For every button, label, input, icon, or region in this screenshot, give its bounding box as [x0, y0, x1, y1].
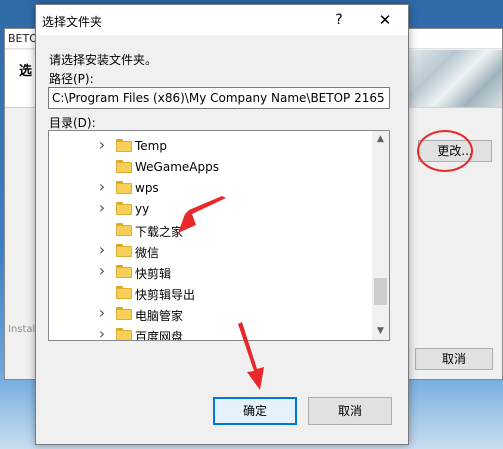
header-banner-image	[402, 50, 502, 107]
ok-button[interactable]: 确定	[213, 397, 297, 425]
folder-icon	[116, 160, 132, 173]
tree-scrollbar[interactable]: ▲ ▼	[372, 131, 389, 340]
chevron-right-icon[interactable]: ›	[95, 326, 109, 341]
folder-icon	[116, 328, 132, 340]
help-button[interactable]: ?	[316, 5, 362, 35]
chevron-right-icon[interactable]: ›	[95, 200, 109, 216]
folder-name: 微信	[135, 246, 160, 260]
folder-tree[interactable]: › Temp WeGameApps › wps › yy 下载之家 › 微信 › 快剪辑快剪辑导出 › 电…	[48, 130, 390, 341]
tree-item[interactable]: WeGameApps	[49, 157, 373, 178]
folder-icon	[116, 265, 132, 278]
folder-name: 电脑管家	[135, 309, 184, 323]
folder-name: Temp	[135, 139, 167, 153]
folder-icon	[116, 139, 132, 152]
folder-name: WeGameApps	[135, 160, 219, 174]
background-header-title: 选	[19, 64, 33, 79]
folder-name: yy	[135, 202, 150, 216]
folder-icon	[116, 181, 132, 194]
tree-item[interactable]: › 百度网盘	[49, 325, 373, 341]
chevron-right-icon[interactable]: ›	[95, 137, 109, 153]
path-input[interactable]	[48, 87, 390, 109]
cancel-button[interactable]: 取消	[308, 397, 392, 425]
instruction-text: 请选择安装文件夹。	[49, 53, 158, 67]
folder-icon	[116, 202, 132, 215]
path-label: 路径(P):	[49, 72, 94, 86]
scroll-up-button[interactable]: ▲	[372, 131, 389, 148]
tree-item[interactable]: 快剪辑导出	[49, 283, 373, 304]
background-cancel-button[interactable]: 取消	[415, 348, 493, 370]
folder-name: 百度网盘	[135, 330, 184, 341]
dialog-titlebar: 选择文件夹 ? ✕	[36, 5, 408, 35]
chevron-right-icon[interactable]: ›	[95, 242, 109, 258]
installer-brand-text: Install	[8, 324, 39, 335]
dialog-title: 选择文件夹	[42, 15, 103, 29]
folder-name: wps	[135, 181, 159, 195]
tree-item[interactable]: › yy	[49, 199, 373, 220]
tree-item[interactable]: › 微信	[49, 241, 373, 262]
folder-name: 快剪辑	[135, 267, 172, 281]
folder-icon	[116, 286, 132, 299]
folder-name: 快剪辑导出	[135, 288, 196, 302]
folder-name: 下载之家	[135, 225, 184, 239]
chevron-right-icon[interactable]: ›	[95, 305, 109, 321]
tree-item[interactable]: › 快剪辑	[49, 262, 373, 283]
scroll-thumb[interactable]	[374, 278, 387, 305]
close-button[interactable]: ✕	[362, 5, 408, 35]
scroll-down-button[interactable]: ▼	[372, 323, 389, 340]
directory-label: 目录(D):	[49, 116, 96, 130]
folder-icon	[116, 307, 132, 320]
annotation-circle	[417, 130, 473, 172]
select-folder-dialog: 选择文件夹 ? ✕ 请选择安装文件夹。 路径(P): 目录(D): › Temp W…	[35, 4, 409, 445]
folder-icon	[116, 223, 132, 236]
tree-item[interactable]: › Temp	[49, 136, 373, 157]
tree-item[interactable]: › 电脑管家	[49, 304, 373, 325]
chevron-right-icon[interactable]: ›	[95, 179, 109, 195]
folder-icon	[116, 244, 132, 257]
tree-item[interactable]: › wps	[49, 178, 373, 199]
chevron-right-icon[interactable]: ›	[95, 263, 109, 279]
tree-item[interactable]: 下载之家	[49, 220, 373, 241]
